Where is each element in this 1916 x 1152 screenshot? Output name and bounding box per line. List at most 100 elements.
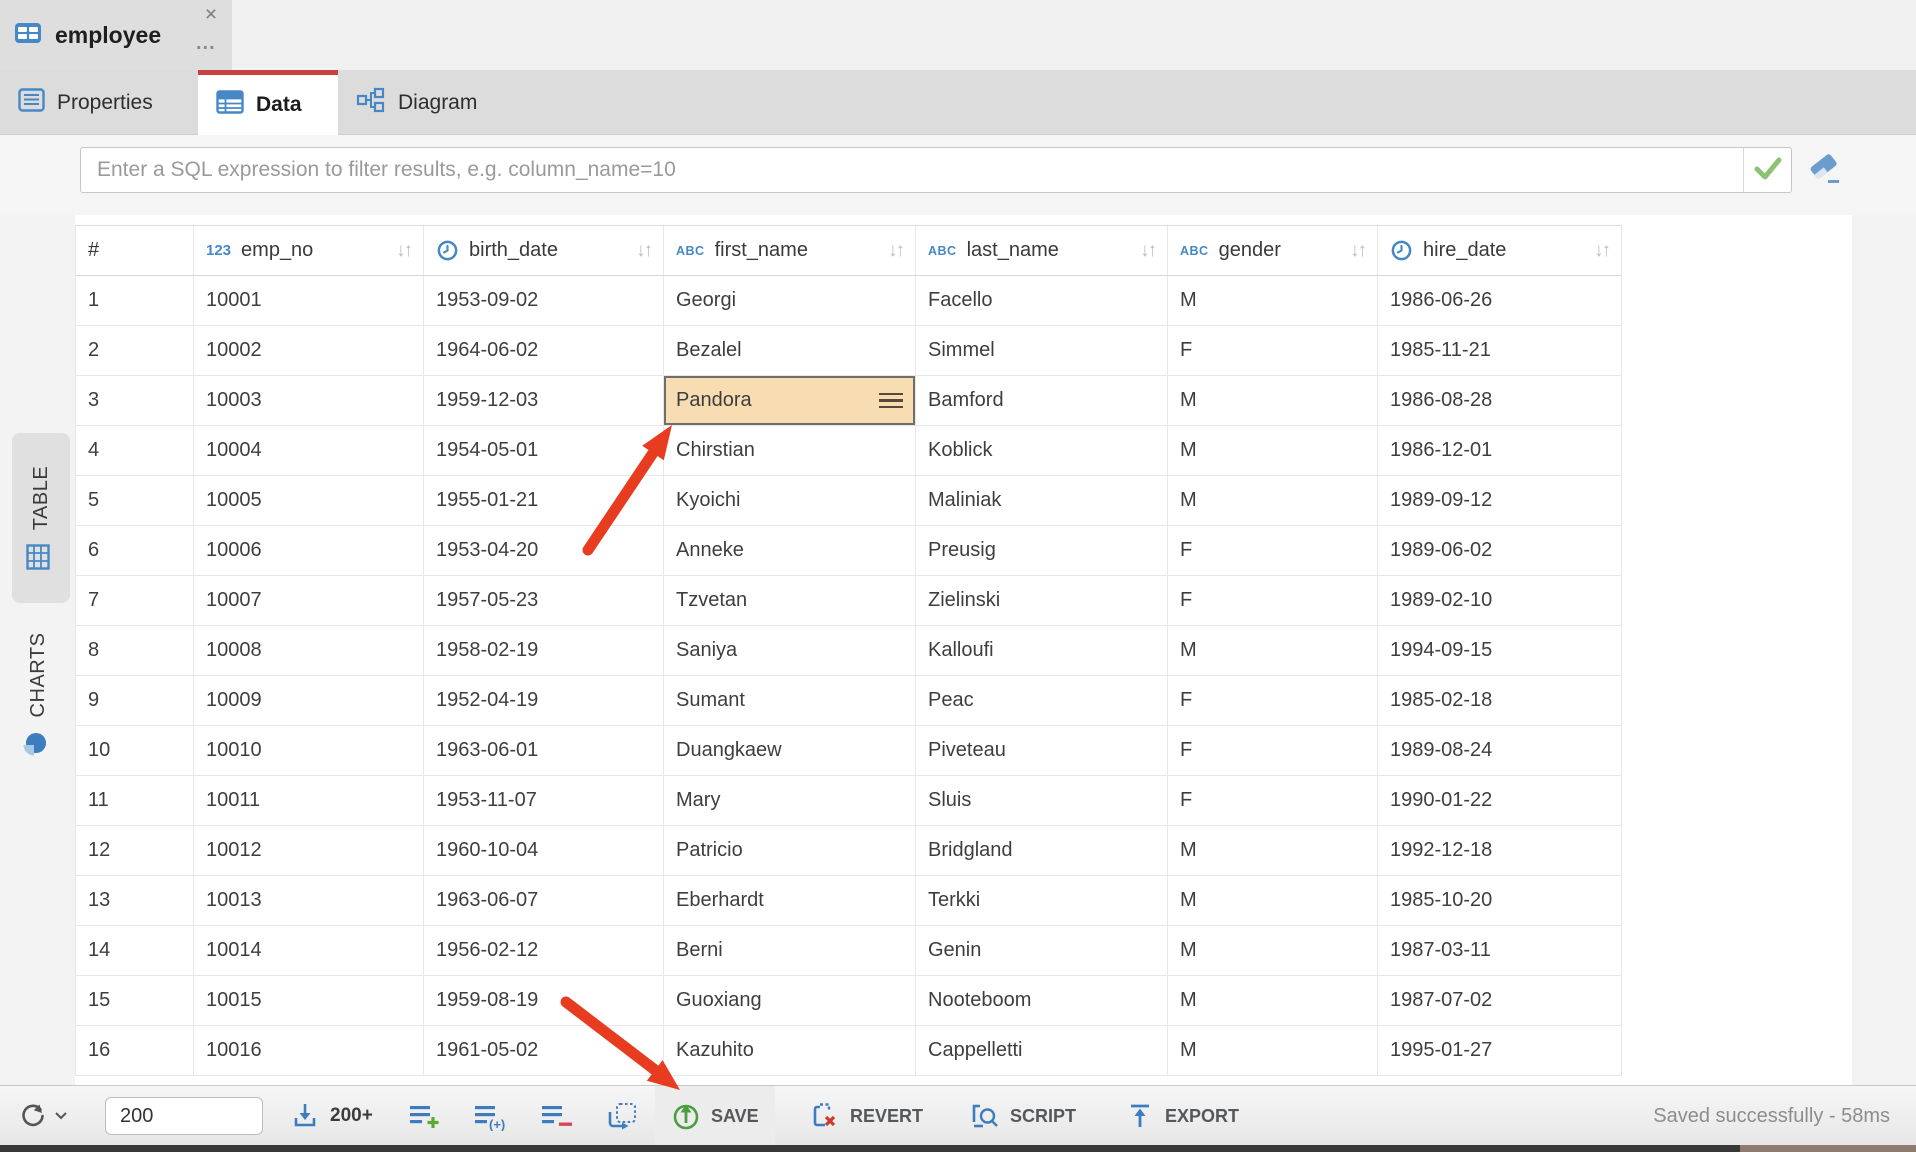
cell[interactable]: Chirstian xyxy=(664,426,916,476)
cell[interactable]: Preusig xyxy=(916,526,1168,576)
duplicate-row-button[interactable]: (+) xyxy=(473,1086,509,1146)
cell[interactable]: 1985-02-18 xyxy=(1378,676,1622,726)
cell[interactable]: 10014 xyxy=(194,926,424,976)
cell[interactable]: Tzvetan xyxy=(664,576,916,626)
cell[interactable]: 1959-12-03 xyxy=(424,376,664,426)
cell[interactable]: 1989-08-24 xyxy=(1378,726,1622,776)
cell[interactable]: Kalloufi xyxy=(916,626,1168,676)
cell[interactable]: 1987-03-11 xyxy=(1378,926,1622,976)
cell[interactable]: 10016 xyxy=(194,1026,424,1076)
cell[interactable]: 10012 xyxy=(194,826,424,876)
cell[interactable]: M xyxy=(1168,376,1378,426)
cell[interactable]: F xyxy=(1168,326,1378,376)
cell[interactable]: Zielinski xyxy=(916,576,1168,626)
cell[interactable]: 10007 xyxy=(194,576,424,626)
cell[interactable]: F xyxy=(1168,526,1378,576)
cell[interactable]: 1990-01-22 xyxy=(1378,776,1622,826)
cell[interactable]: 1953-09-02 xyxy=(424,276,664,326)
cell[interactable]: 10006 xyxy=(194,526,424,576)
cell[interactable]: 1959-08-19 xyxy=(424,976,664,1026)
cell[interactable]: Anneke xyxy=(664,526,916,576)
row-number-cell[interactable]: 10 xyxy=(76,726,194,776)
cell[interactable]: F xyxy=(1168,576,1378,626)
save-button[interactable]: SAVE xyxy=(655,1086,775,1146)
cell[interactable]: Terkki xyxy=(916,876,1168,926)
cell[interactable]: 10010 xyxy=(194,726,424,776)
cell[interactable]: 10009 xyxy=(194,676,424,726)
cell[interactable]: 1986-06-26 xyxy=(1378,276,1622,326)
cell[interactable]: M xyxy=(1168,476,1378,526)
fetch-size-input[interactable] xyxy=(105,1097,263,1135)
cell[interactable]: M xyxy=(1168,276,1378,326)
cell[interactable]: 10015 xyxy=(194,976,424,1026)
cell[interactable]: 1956-02-12 xyxy=(424,926,664,976)
cell[interactable]: Duangkaew xyxy=(664,726,916,776)
cell[interactable]: Bamford xyxy=(916,376,1168,426)
cell[interactable]: M xyxy=(1168,626,1378,676)
row-number-cell[interactable]: 8 xyxy=(76,626,194,676)
cell-editor-menu-icon[interactable] xyxy=(879,393,903,409)
cell[interactable]: Sluis xyxy=(916,776,1168,826)
cell[interactable]: Piveteau xyxy=(916,726,1168,776)
cell[interactable]: 10008 xyxy=(194,626,424,676)
row-number-cell[interactable]: 4 xyxy=(76,426,194,476)
cell[interactable]: 10002 xyxy=(194,326,424,376)
script-button[interactable]: SCRIPT xyxy=(960,1086,1086,1146)
cell[interactable]: 1953-11-07 xyxy=(424,776,664,826)
row-number-cell[interactable]: 5 xyxy=(76,476,194,526)
cell[interactable]: 1964-06-02 xyxy=(424,326,664,376)
close-icon[interactable]: × xyxy=(198,2,224,28)
revert-button[interactable]: REVERT xyxy=(800,1086,933,1146)
cell[interactable]: 1960-10-04 xyxy=(424,826,664,876)
column-header-hire_date[interactable]: hire_date↓↑ xyxy=(1378,226,1622,276)
column-header-first_name[interactable]: ABCfirst_name↓↑ xyxy=(664,226,916,276)
cell[interactable]: Peac xyxy=(916,676,1168,726)
cell[interactable]: Mary xyxy=(664,776,916,826)
cell[interactable]: F xyxy=(1168,776,1378,826)
row-number-cell[interactable]: 16 xyxy=(76,1026,194,1076)
row-number-cell[interactable]: 15 xyxy=(76,976,194,1026)
cell[interactable]: Guoxiang xyxy=(664,976,916,1026)
export-button[interactable]: EXPORT xyxy=(1115,1086,1249,1146)
cell[interactable]: Cappelletti xyxy=(916,1026,1168,1076)
cell[interactable]: 1952-04-19 xyxy=(424,676,664,726)
cell[interactable]: Georgi xyxy=(664,276,916,326)
cell[interactable]: 1961-05-02 xyxy=(424,1026,664,1076)
cell[interactable]: M xyxy=(1168,926,1378,976)
cell[interactable]: Genin xyxy=(916,926,1168,976)
cell[interactable]: 10003 xyxy=(194,376,424,426)
row-number-cell[interactable]: 9 xyxy=(76,676,194,726)
cell[interactable]: 1958-02-19 xyxy=(424,626,664,676)
cell[interactable]: Nooteboom xyxy=(916,976,1168,1026)
cell[interactable]: 10005 xyxy=(194,476,424,526)
cell[interactable]: F xyxy=(1168,676,1378,726)
rail-tab-table[interactable]: TABLE xyxy=(12,433,70,603)
cell[interactable]: 1954-05-01 xyxy=(424,426,664,476)
cell[interactable]: 1985-11-21 xyxy=(1378,326,1622,376)
row-number-cell[interactable]: 3 xyxy=(76,376,194,426)
column-header-emp_no[interactable]: 123emp_no↓↑ xyxy=(194,226,424,276)
cell[interactable]: Berni xyxy=(664,926,916,976)
tab-diagram[interactable]: Diagram xyxy=(338,70,548,135)
row-number-cell[interactable]: 14 xyxy=(76,926,194,976)
cell[interactable]: Simmel xyxy=(916,326,1168,376)
cell[interactable]: 1989-02-10 xyxy=(1378,576,1622,626)
apply-filter-button[interactable] xyxy=(1743,148,1791,192)
cell[interactable]: Koblick xyxy=(916,426,1168,476)
cell[interactable]: 1953-04-20 xyxy=(424,526,664,576)
cell[interactable]: 1994-09-15 xyxy=(1378,626,1622,676)
cell[interactable]: Kyoichi xyxy=(664,476,916,526)
rail-tab-charts[interactable]: CHARTS xyxy=(16,615,60,775)
cell[interactable]: 10001 xyxy=(194,276,424,326)
cell[interactable]: Kazuhito xyxy=(664,1026,916,1076)
cell[interactable]: 1955-01-21 xyxy=(424,476,664,526)
cell[interactable]: 1995-01-27 xyxy=(1378,1026,1622,1076)
row-number-cell[interactable]: 12 xyxy=(76,826,194,876)
cell[interactable]: Bezalel xyxy=(664,326,916,376)
fetch-more-button[interactable]: 200+ xyxy=(290,1086,373,1146)
add-row-button[interactable] xyxy=(408,1086,442,1146)
cell[interactable]: 10013 xyxy=(194,876,424,926)
row-number-cell[interactable]: 13 xyxy=(76,876,194,926)
row-number-cell[interactable]: 7 xyxy=(76,576,194,626)
cell[interactable]: Saniya xyxy=(664,626,916,676)
